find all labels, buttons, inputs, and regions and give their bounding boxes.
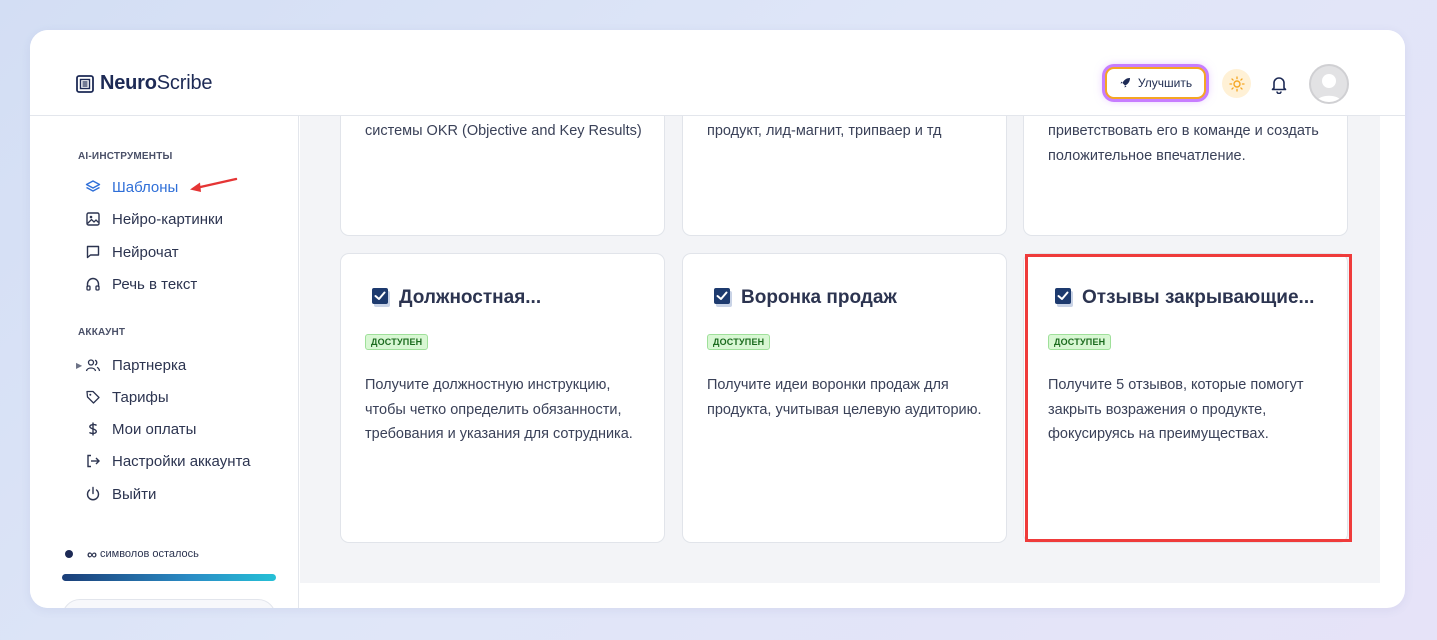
card-description: приветствовать его в команде и создать п… [1048,123,1319,164]
sidebar-item-logout[interactable]: Выйти [85,483,156,505]
theme-toggle[interactable] [1222,69,1251,98]
credits-value: ∞ [87,546,97,562]
content-bottom-edge [300,583,1380,608]
login-icon [85,453,101,469]
template-card[interactable]: приветствовать его в команде и создать п… [1023,116,1348,236]
user-avatar-icon [1315,74,1343,102]
card-title: Должностная... [399,287,542,308]
image-icon [85,211,101,227]
template-card-sales-funnel[interactable]: Воронка продаж ДОСТУПЕН Получите идеи во… [682,253,1007,543]
card-description: Получите идеи воронки продаж для продукт… [707,377,982,418]
bell-icon [1271,77,1287,94]
tag-icon [85,389,101,405]
sidebar: AI-ИНСТРУМЕНТЫ Шаблоны Нейро-картинки Не… [30,116,299,608]
promo-pill[interactable] [62,599,276,608]
section-title-account: АККАУНТ [78,327,126,338]
status-badge: ДОСТУПЕН [707,334,771,350]
credits-remaining: ∞ символов осталось [65,546,199,562]
sun-icon [1228,75,1245,92]
logo-icon [76,74,94,93]
sidebar-item-neuro-images[interactable]: Нейро-картинки [85,208,223,230]
notifications-button[interactable] [1267,71,1291,97]
app-window: NeuroScribe Улучшить AI-ИНСТРУМЕНТЫ Шабл… [30,30,1405,608]
sidebar-item-label: Нейрочат [112,243,179,261]
card-description: системы OKR (Objective and Key Results) [365,123,642,139]
sidebar-item-label: Мои оплаты [112,420,197,438]
caret-right-icon[interactable]: ▶ [76,361,82,370]
templates-grid: системы OKR (Objective and Key Results) … [300,116,1380,583]
checkbox-icon [714,288,732,307]
sidebar-item-templates[interactable]: Шаблоны [85,176,178,198]
headphones-icon [85,276,101,292]
dollar-icon [85,421,101,437]
sidebar-item-label: Настройки аккаунта [112,452,251,470]
avatar[interactable] [1309,64,1349,104]
logo-text: NeuroScribe [100,72,213,94]
credits-label: символов осталось [99,548,199,560]
card-header: Должностная... [371,287,541,309]
sidebar-item-label: Шаблоны [112,178,179,196]
upgrade-label: Улучшить [1137,76,1193,90]
sidebar-item-payments[interactable]: Мои оплаты [85,418,196,440]
template-card[interactable]: системы OKR (Objective and Key Results) [340,116,665,236]
sidebar-item-neurochat[interactable]: Нейрочат [85,241,179,263]
credits-dot [65,550,73,558]
top-bar: NeuroScribe Улучшить [30,30,1405,116]
sidebar-item-label: Нейро-картинки [112,210,223,228]
checkbox-icon [1055,288,1073,307]
card-header: Отзывы закрывающие... [1054,287,1314,309]
card-header: Воронка продаж [713,287,897,309]
sidebar-item-label: Партнерка [112,356,187,374]
sidebar-item-label: Выйти [112,485,157,503]
status-badge: ДОСТУПЕН [365,334,429,350]
credits-progress-bar [62,574,276,581]
sidebar-item-speech-to-text[interactable]: Речь в текст [85,273,197,295]
users-icon [85,357,101,373]
sidebar-item-account-settings[interactable]: Настройки аккаунта [85,450,251,472]
chat-icon [85,244,101,260]
card-description: Получите 5 отзывов, которые помогут закр… [1048,377,1304,442]
sidebar-item-label: Тарифы [112,388,169,406]
card-description: Получите должностную инструкцию, чтобы ч… [365,377,633,442]
status-badge: ДОСТУПЕН [1048,334,1112,350]
logo[interactable]: NeuroScribe [76,72,212,95]
sidebar-item-label: Речь в текст [112,275,198,293]
template-card[interactable]: продукт, лид-магнит, трипваер и тд [682,116,1007,236]
annotation-arrow [188,176,238,199]
layers-icon [85,179,101,195]
card-description: продукт, лид-магнит, трипваер и тд [707,123,942,139]
checkbox-icon [372,288,390,307]
section-title-ai: AI-ИНСТРУМЕНТЫ [78,151,173,162]
upgrade-button[interactable]: Улучшить [1105,67,1206,99]
card-title: Отзывы закрывающие... [1082,287,1315,308]
rocket-icon [1120,78,1130,88]
power-icon [85,486,101,502]
card-title: Воронка продаж [741,287,897,308]
sidebar-item-tariffs[interactable]: Тарифы [85,386,169,408]
sidebar-item-partners[interactable]: Партнерка [85,354,186,376]
template-card-job-description[interactable]: Должностная... ДОСТУПЕН Получите должнос… [340,253,665,543]
template-card-reviews[interactable]: Отзывы закрывающие... ДОСТУПЕН Получите … [1023,253,1348,543]
